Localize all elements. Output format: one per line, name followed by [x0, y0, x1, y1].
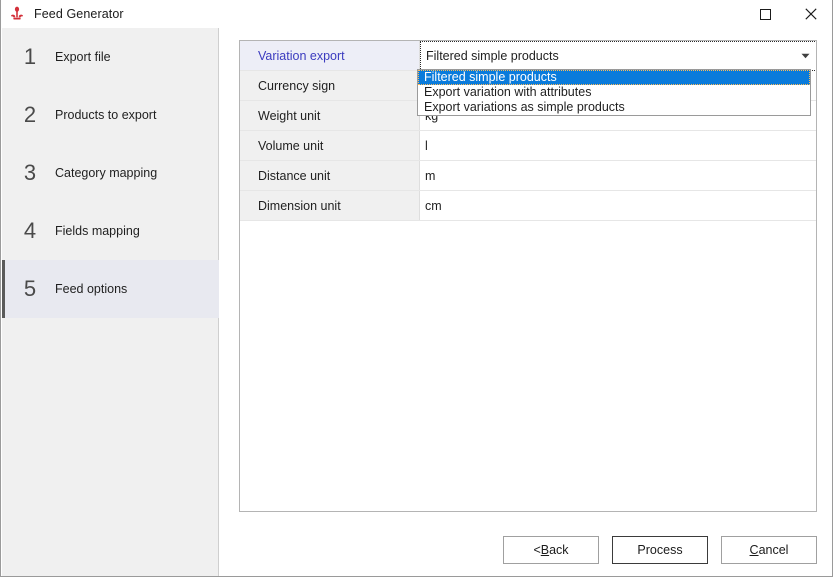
property-value-distance-unit[interactable]: m [420, 161, 816, 190]
maximize-icon[interactable] [742, 0, 788, 28]
step-number: 5 [23, 276, 37, 301]
dropdown-option[interactable]: Export variation with attributes [418, 85, 810, 100]
sidebar-item-fields-mapping[interactable]: 4 Fields mapping [2, 202, 219, 260]
sidebar-item-export-file[interactable]: 1 Export file [2, 28, 219, 86]
property-label-weight-unit: Weight unit [240, 101, 420, 130]
dropdown-option[interactable]: Export variations as simple products [418, 100, 810, 115]
chevron-down-icon[interactable] [794, 42, 816, 70]
process-button[interactable]: Process [612, 536, 708, 564]
cancel-button-label-rest: ancel [758, 543, 789, 557]
table-row[interactable]: Volume unit l [240, 131, 816, 161]
window-title: Feed Generator [34, 6, 124, 21]
sidebar-item-products-to-export[interactable]: 2 Products to export [2, 86, 219, 144]
property-label-volume-unit: Volume unit [240, 131, 420, 160]
property-value-volume-unit[interactable]: l [420, 131, 816, 160]
step-label: Products to export [55, 108, 157, 122]
dialog-footer: < Back Process Cancel [239, 536, 817, 564]
property-label-dimension-unit: Dimension unit [240, 191, 420, 220]
process-button-label: Process [637, 543, 683, 557]
variation-export-combobox-host: Filtered simple products [420, 41, 816, 71]
cancel-button[interactable]: Cancel [721, 536, 817, 564]
sidebar-item-feed-options[interactable]: 5 Feed options [2, 260, 219, 318]
back-button-label-rest: ack [549, 543, 569, 557]
back-button-label: < [533, 543, 541, 557]
table-row[interactable]: Dimension unit cm [240, 191, 816, 221]
title-bar: Feed Generator [1, 0, 832, 28]
property-label-distance-unit: Distance unit [240, 161, 420, 190]
variation-export-dropdown-list[interactable]: Filtered simple products Export variatio… [417, 69, 811, 116]
property-label-variation-export: Variation export [240, 41, 420, 70]
step-number: 4 [23, 218, 37, 243]
close-icon[interactable] [788, 0, 832, 28]
sidebar-item-category-mapping[interactable]: 3 Category mapping [2, 144, 219, 202]
table-row[interactable]: Distance unit m [240, 161, 816, 191]
cancel-button-accel: C [749, 543, 759, 557]
step-number: 1 [23, 44, 37, 69]
step-number: 2 [23, 102, 37, 127]
step-label: Export file [55, 50, 111, 64]
step-label: Fields mapping [55, 224, 140, 238]
back-button[interactable]: < Back [503, 536, 599, 564]
step-label: Feed options [55, 282, 128, 296]
property-value-dimension-unit[interactable]: cm [420, 191, 816, 220]
dropdown-option[interactable]: Filtered simple products [418, 70, 810, 85]
variation-export-combobox[interactable]: Filtered simple products [420, 41, 816, 71]
window-controls [742, 0, 832, 28]
table-row[interactable]: Variation export Filtered simple product… [240, 41, 816, 71]
wizard-sidebar: 1 Export file 2 Products to export 3 Cat… [2, 28, 219, 576]
property-label-currency-sign: Currency sign [240, 71, 420, 100]
step-label: Category mapping [55, 166, 158, 180]
feed-generator-icon [9, 6, 25, 22]
feed-generator-window: Feed Generator 1 Export file 2 Products … [0, 0, 833, 577]
combobox-value: Filtered simple products [426, 49, 559, 63]
step-number: 3 [23, 160, 37, 185]
back-button-accel: B [540, 543, 550, 557]
